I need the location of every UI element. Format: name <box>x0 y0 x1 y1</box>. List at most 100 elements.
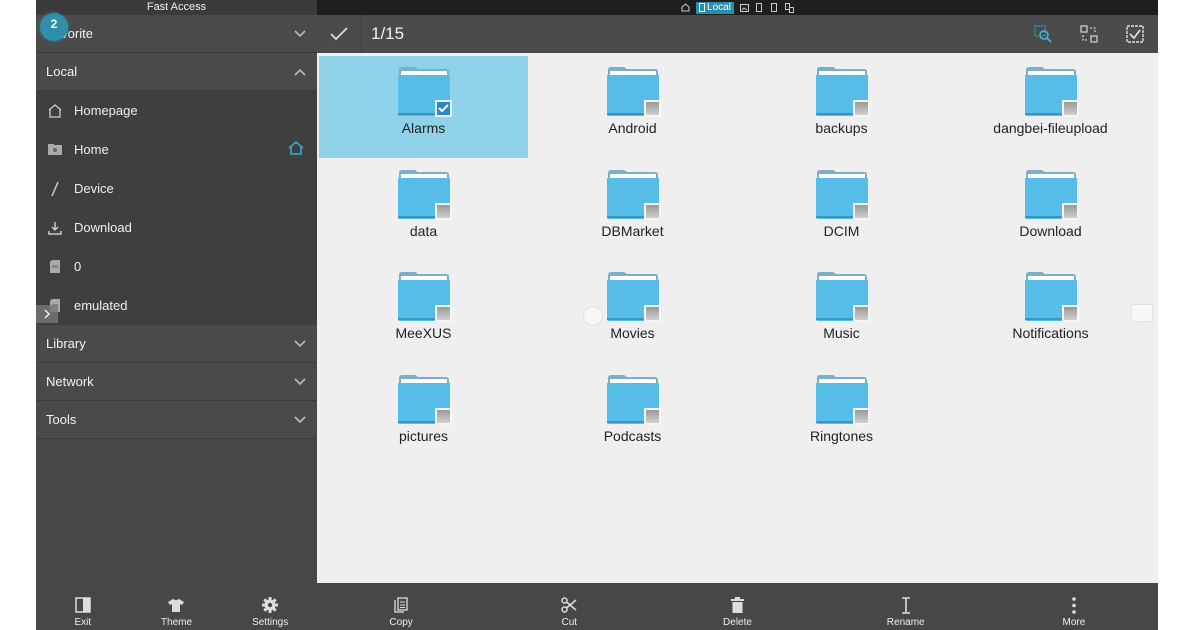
folder-icon <box>1024 65 1079 117</box>
file-item[interactable]: Notifications <box>946 261 1155 363</box>
sdcard-icon <box>46 258 64 276</box>
select-all-button[interactable] <box>1112 15 1158 53</box>
select-checkbox[interactable] <box>434 100 452 117</box>
theme-shirt-icon <box>167 594 185 616</box>
rename-button[interactable]: Rename <box>822 583 990 630</box>
cut-button[interactable]: Cut <box>485 583 653 630</box>
sidebar-item-download[interactable]: Download <box>36 208 317 247</box>
select-checkbox[interactable] <box>852 407 870 425</box>
local-icon <box>699 3 706 12</box>
sidebar-item-device[interactable]: Device <box>36 169 317 208</box>
sidebar-item-label: Homepage <box>74 103 138 118</box>
more-label: More <box>1062 617 1086 628</box>
section-label: Tools <box>46 412 77 427</box>
file-item[interactable]: DCIM <box>737 159 946 261</box>
window-tab-label: Local <box>707 1 731 13</box>
sidebar-item-label: Home <box>74 142 109 157</box>
search-icon <box>1034 25 1052 43</box>
select-checkbox[interactable] <box>643 407 661 425</box>
more-button[interactable]: More <box>990 583 1158 630</box>
file-name: Ringtones <box>809 427 874 444</box>
select-checkbox[interactable] <box>852 202 870 220</box>
file-item[interactable]: data <box>319 159 528 261</box>
sidebar-item-label: 0 <box>74 259 82 274</box>
section-favorite[interactable]: Favorite <box>36 15 317 53</box>
side-panel-handle[interactable] <box>1131 304 1153 322</box>
phone-icon[interactable] <box>770 3 779 13</box>
sidebar-item-0[interactable]: 0 <box>36 247 317 286</box>
rename-label: Rename <box>886 617 925 628</box>
exit-selection-button[interactable] <box>317 15 362 53</box>
select-checkbox[interactable] <box>1061 202 1079 220</box>
device-root-icon <box>46 180 64 198</box>
section-network[interactable]: Network <box>36 363 317 401</box>
folder-icon <box>397 373 452 425</box>
select-checkbox[interactable] <box>643 202 661 220</box>
window-tab-local[interactable]: Local <box>696 1 734 14</box>
file-item[interactable]: DBMarket <box>528 159 737 261</box>
chevron-down-icon <box>293 27 307 41</box>
selection-toolbar: 1/15 <box>317 15 1158 53</box>
theme-button[interactable]: Theme <box>131 583 221 630</box>
file-name: backups <box>815 120 868 136</box>
section-library[interactable]: Library <box>36 325 317 363</box>
select-interval-button[interactable] <box>1066 15 1112 53</box>
select-checkbox[interactable] <box>434 202 452 220</box>
select-checkbox[interactable] <box>1061 100 1079 117</box>
section-label: Favorite <box>46 26 93 41</box>
file-item[interactable]: Podcasts <box>528 364 737 466</box>
exit-icon <box>75 594 91 616</box>
file-item[interactable]: Movies <box>528 261 737 363</box>
home-icon[interactable] <box>681 3 690 13</box>
file-item[interactable]: Music <box>737 261 946 363</box>
file-item[interactable]: pictures <box>319 364 528 466</box>
settings-label: Settings <box>252 617 289 628</box>
select-checkbox[interactable] <box>852 100 870 117</box>
delete-label: Delete <box>723 617 752 628</box>
image-icon[interactable] <box>739 3 749 13</box>
homepage-icon <box>46 102 64 120</box>
file-item[interactable]: MeeXUS <box>319 261 528 363</box>
file-item[interactable]: Download <box>946 159 1155 261</box>
drawer-toggle-handle[interactable] <box>36 305 58 323</box>
search-button[interactable] <box>1020 15 1066 53</box>
file-name: Movies <box>610 325 655 341</box>
settings-button[interactable]: Settings <box>225 583 315 630</box>
file-item[interactable]: Android <box>528 56 737 158</box>
file-name: Podcasts <box>603 427 662 444</box>
exit-button[interactable]: Exit <box>38 583 128 630</box>
window-status-bar: Local <box>317 0 1158 15</box>
select-checkbox[interactable] <box>434 305 452 322</box>
set-home-icon[interactable] <box>287 140 307 160</box>
sidebar-item-home[interactable]: Home <box>36 130 317 169</box>
notification-badge: 2 <box>40 13 68 41</box>
select-checkbox[interactable] <box>1061 305 1079 322</box>
gear-icon <box>261 594 279 616</box>
select-checkbox[interactable] <box>852 305 870 322</box>
delete-button[interactable]: Delete <box>653 583 821 630</box>
home-folder-icon <box>46 141 64 159</box>
select-checkbox[interactable] <box>643 305 661 322</box>
folder-icon <box>815 168 870 220</box>
sidebar-title: Fast Access <box>36 0 317 15</box>
copy-button[interactable]: Copy <box>317 583 485 630</box>
folder-icon <box>815 373 870 425</box>
select-checkbox[interactable] <box>434 407 452 425</box>
select-checkbox[interactable] <box>643 100 661 117</box>
file-name: data <box>409 222 438 239</box>
file-item[interactable]: Alarms <box>319 56 528 158</box>
folder-icon <box>1024 270 1079 322</box>
select-range-icon <box>1080 25 1098 43</box>
file-name: Android <box>608 120 657 136</box>
file-item[interactable]: Ringtones <box>737 364 946 466</box>
network-device-icon[interactable] <box>784 2 794 13</box>
sidebar-item-emulated[interactable]: emulated <box>36 286 317 325</box>
file-item[interactable]: dangbei-fileupload <box>946 56 1155 158</box>
sidebar-item-homepage[interactable]: Homepage <box>36 91 317 130</box>
phone-icon[interactable] <box>755 3 764 13</box>
copy-icon <box>394 594 408 616</box>
file-item[interactable]: backups <box>737 56 946 158</box>
file-name: Notifications <box>1012 325 1089 341</box>
section-tools[interactable]: Tools <box>36 401 317 439</box>
section-local[interactable]: Local <box>36 53 317 91</box>
